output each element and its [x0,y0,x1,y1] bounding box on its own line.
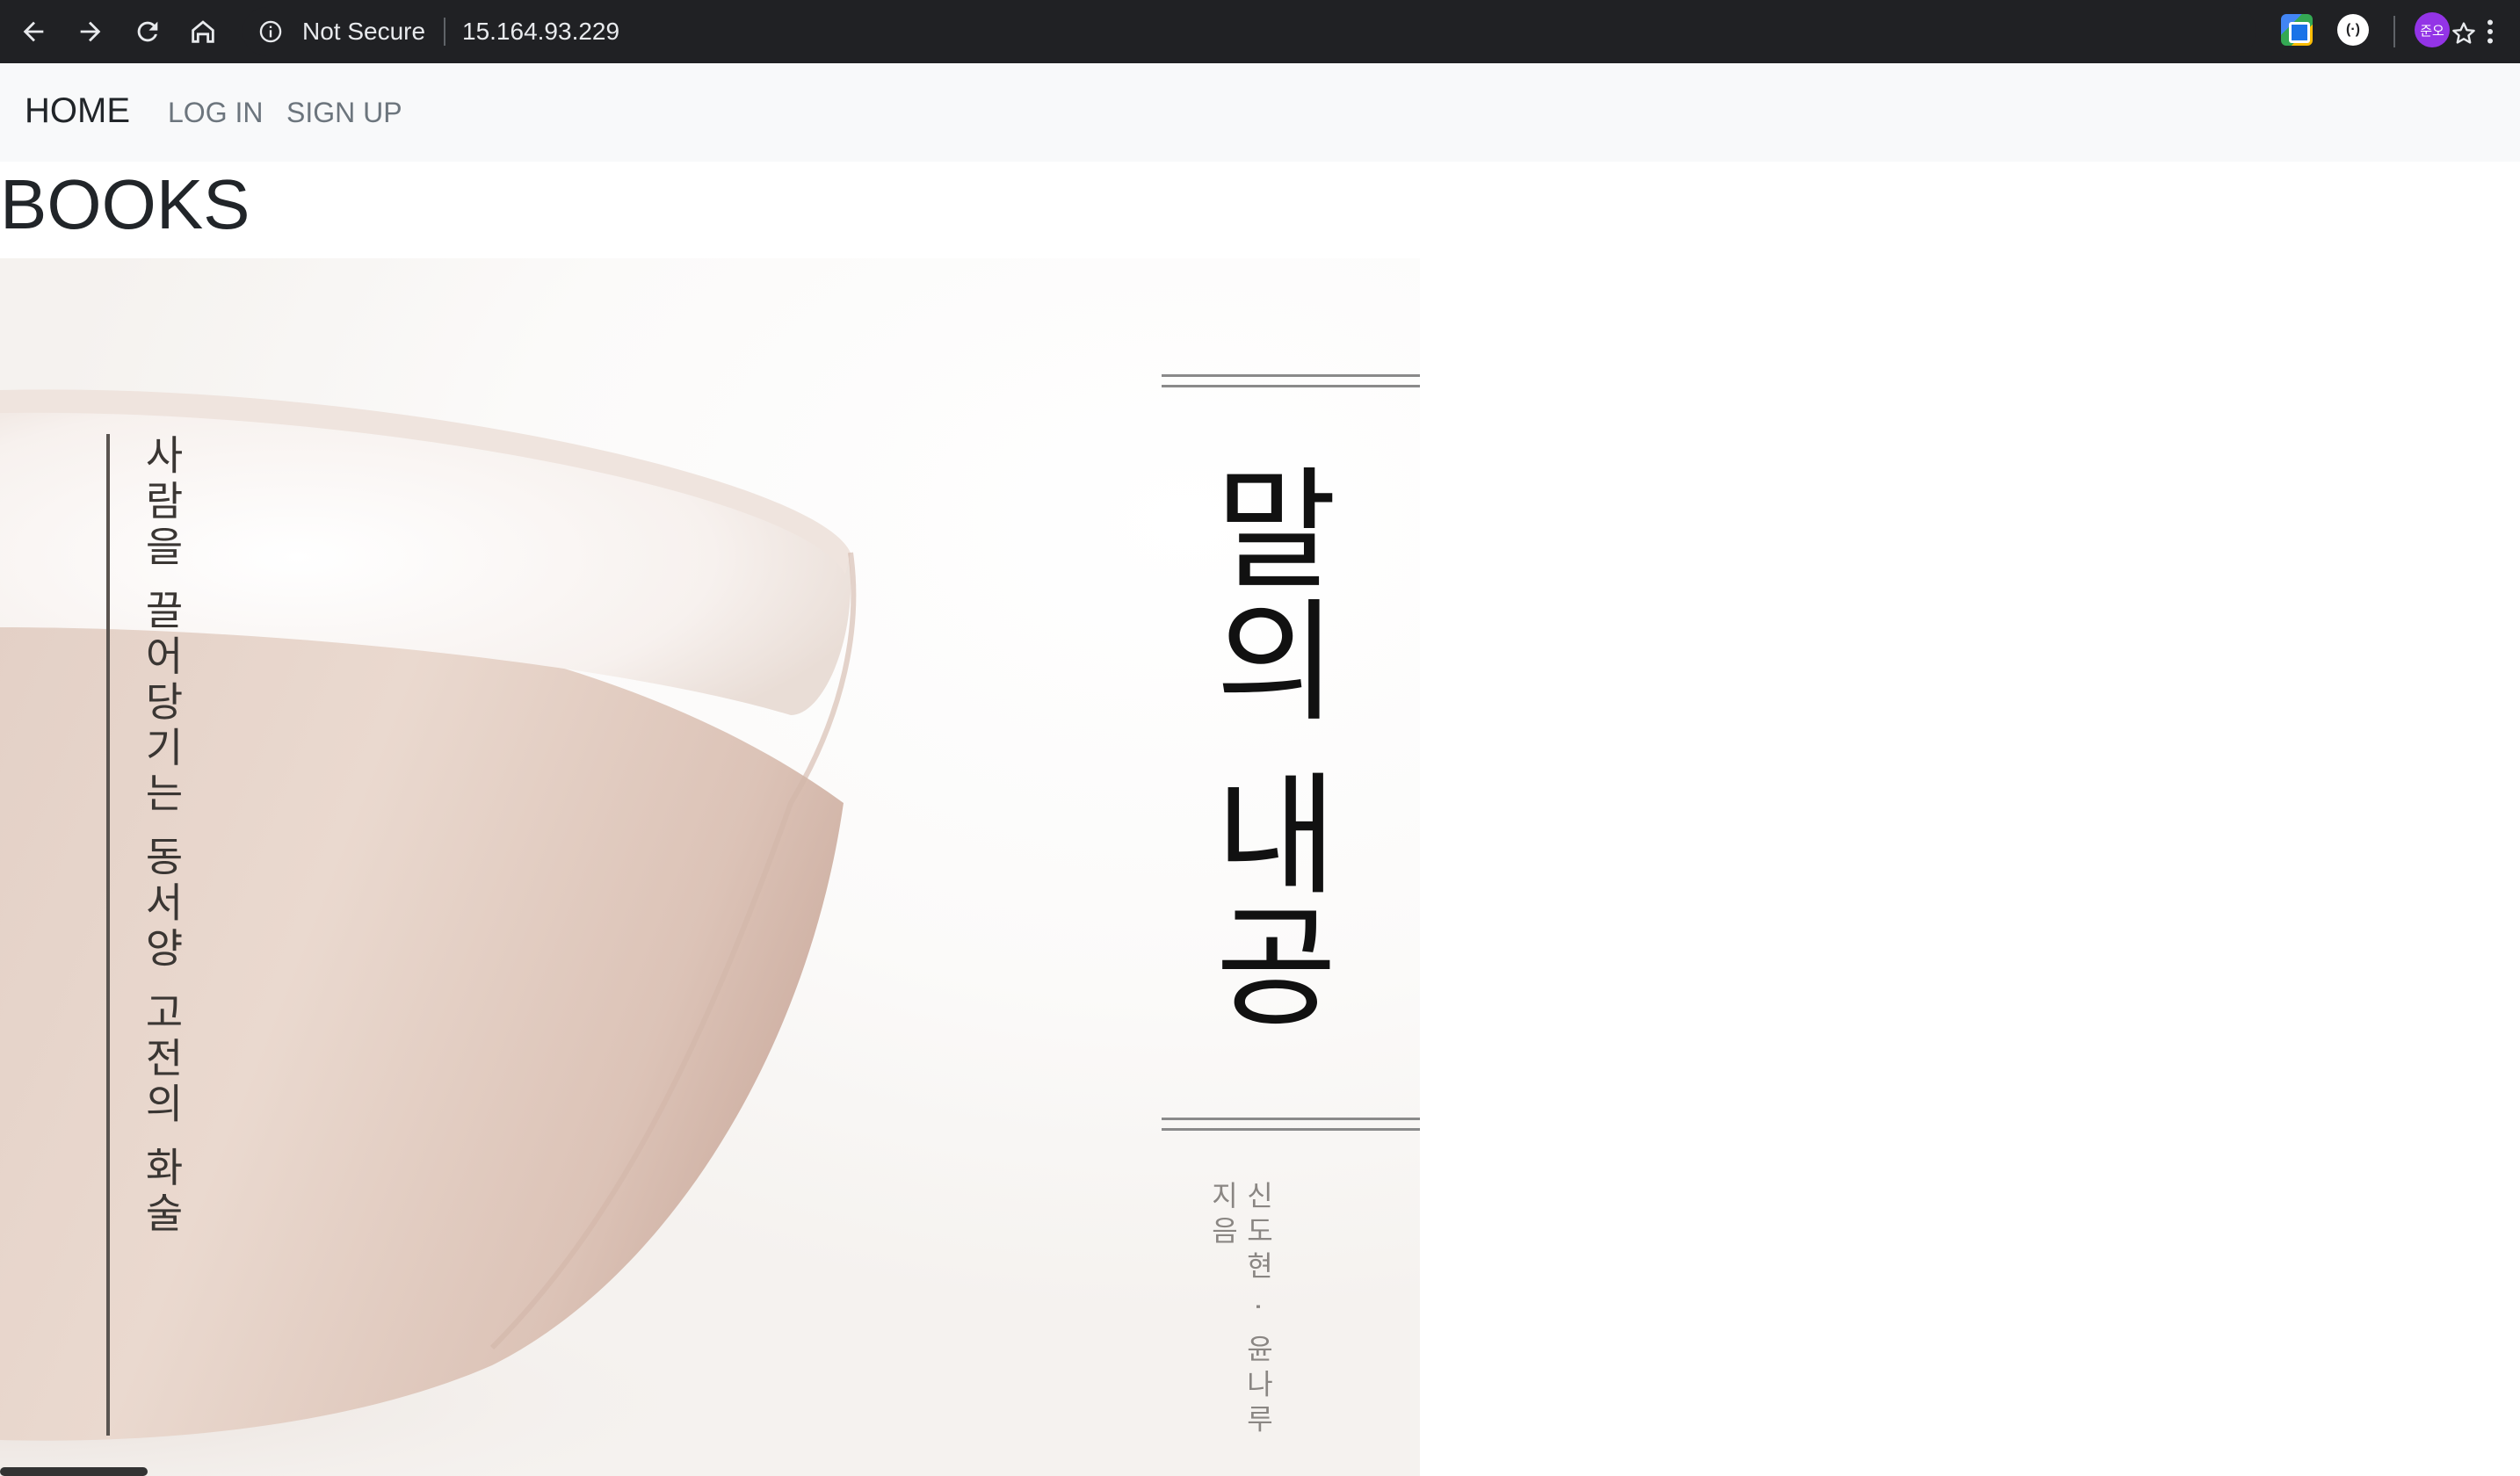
url-text[interactable]: 15.164.93.229 [462,18,619,45]
toolbar-divider [2393,16,2395,47]
book-authors: 신도현 · 윤나루 지음 [1206,1181,1275,1440]
extension-icon[interactable] [2281,14,2313,46]
nav-login-link[interactable]: LOG IN [168,95,263,130]
book-title: 말의 내공 [1188,460,1341,1030]
site-navbar: HOME LOG IN SIGN UP [0,63,2520,162]
nav-signup-link[interactable]: SIGN UP [286,95,402,130]
extension-icon[interactable]: (·) [2337,14,2369,46]
forward-button[interactable] [69,11,112,53]
more-vert-icon[interactable] [2474,14,2506,49]
address-bar[interactable]: Not Secure 15.164.93.229 [243,7,2475,56]
info-icon[interactable] [258,19,283,44]
reload-button[interactable] [127,11,169,53]
cover-double-rule [1162,1118,1420,1133]
profile-avatar[interactable]: 준오 [2415,12,2450,47]
home-icon [192,20,214,43]
browser-toolbar: Not Secure 15.164.93.229 (·) 준오 [0,0,2520,63]
arrow-left-icon [23,21,44,42]
book-cover-image[interactable]: 사람을 끌어당기는 동서양 고전의 화술 말의 내공 신도현 · 윤나루 지음 [0,258,1420,1476]
nav-home-link[interactable]: HOME [25,90,130,132]
page-title: BOOKS [0,165,250,243]
book-subtitle: 사람을 끌어당기는 동서양 고전의 화술 [138,434,185,1238]
arrow-right-icon [80,21,101,42]
back-button[interactable] [12,11,54,53]
omnibox-divider [444,18,445,46]
horizontal-scrollbar[interactable] [0,1467,148,1476]
cover-double-rule [1162,374,1420,390]
security-status: Not Secure [302,18,426,45]
reload-icon [137,21,158,42]
cover-decor-line [106,434,110,1436]
home-button[interactable] [182,11,224,53]
